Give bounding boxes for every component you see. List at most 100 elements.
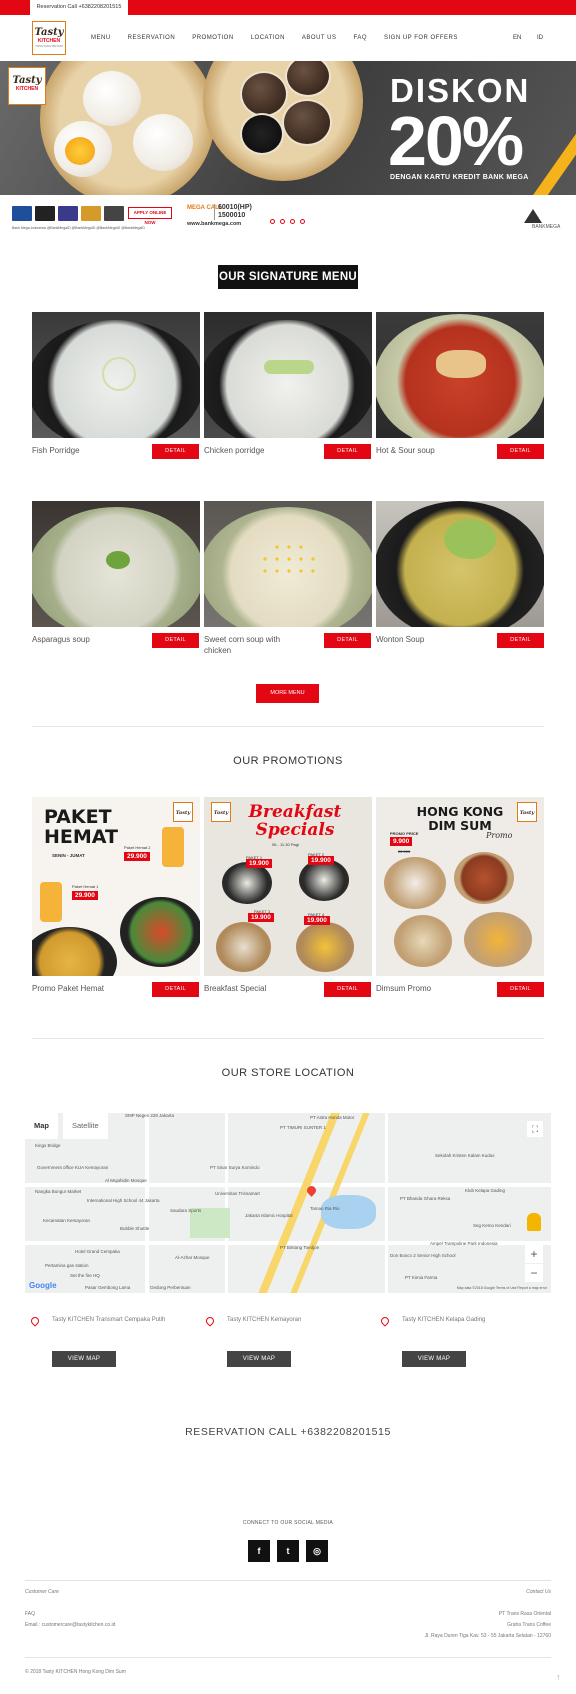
- instagram-icon[interactable]: ◎: [306, 1540, 328, 1562]
- map-road: [225, 1113, 228, 1293]
- store-name: Tasty KITCHEN Transmart Cempaka Putih: [52, 1317, 166, 1323]
- signature-menu-title: OUR SIGNATURE MENU: [218, 265, 358, 289]
- detail-button[interactable]: DETAIL: [324, 444, 371, 459]
- hero-brand-logo: Tasty KITCHEN: [8, 67, 46, 105]
- detail-button[interactable]: DETAIL: [152, 444, 199, 459]
- carousel-dot[interactable]: [270, 219, 275, 224]
- menu-photo-fish-porridge[interactable]: [32, 312, 200, 438]
- map-road: [385, 1113, 388, 1293]
- google-map[interactable]: Map Satellite ⛶ SMP Negeri 228 Jakarta P…: [25, 1113, 551, 1293]
- twitter-icon[interactable]: t: [277, 1540, 299, 1562]
- map-label: Kings Bridge: [35, 1143, 61, 1148]
- menu-photo-hot-sour-soup[interactable]: [376, 312, 544, 438]
- view-map-button[interactable]: VIEW MAP: [227, 1351, 291, 1367]
- detail-button[interactable]: DETAIL: [152, 633, 199, 648]
- detail-button[interactable]: DETAIL: [497, 444, 544, 459]
- map-water: [321, 1195, 376, 1229]
- facebook-icon[interactable]: f: [248, 1540, 270, 1562]
- poster-brand-badge: Tasty: [211, 802, 231, 822]
- map-label: Kecamatan Kemayoran: [43, 1218, 91, 1223]
- street-view-pegman-icon[interactable]: [527, 1213, 541, 1231]
- poster-title: Breakfast Specials: [248, 802, 342, 840]
- map-label: PT Sinar Surya Komindo: [210, 1165, 260, 1170]
- promo-poster-paket-hemat[interactable]: PAKET HEMAT SENIN - JUMAT Tasty Paket He…: [32, 797, 200, 976]
- menu-photo-asparagus-soup[interactable]: [32, 501, 200, 627]
- poster-price: 9.900: [390, 837, 413, 846]
- footer-divider: [25, 1657, 551, 1658]
- poster-price-label: Paket Hemat 1: [72, 884, 99, 889]
- map-road: [25, 1183, 551, 1187]
- fried-rice-plate: [32, 927, 117, 976]
- reservation-call[interactable]: RESERVATION CALL +6382208201515: [0, 1426, 576, 1438]
- map-label: Seg Kemo Kendari: [473, 1223, 511, 1228]
- credit-card-icon: [81, 206, 101, 221]
- view-map-button[interactable]: VIEW MAP: [52, 1351, 116, 1367]
- nav-item-faq[interactable]: FAQ: [353, 35, 367, 41]
- location-pin-icon: [204, 1315, 216, 1327]
- menu-item-name: Asparagus soup: [32, 635, 90, 644]
- promo-name: Breakfast Special: [204, 984, 267, 993]
- brand-name: Tasty: [34, 27, 64, 38]
- menu-photo-chicken-porridge[interactable]: [204, 312, 372, 438]
- map-tab-map[interactable]: Map: [25, 1113, 58, 1139]
- fullscreen-icon[interactable]: ⛶: [527, 1121, 543, 1137]
- carousel-dot[interactable]: [290, 219, 295, 224]
- footer-company: PT Trans Rasa Oriental: [498, 1611, 551, 1617]
- hero-percent: 20%: [388, 102, 524, 180]
- nav-item-menu[interactable]: MENU: [91, 35, 111, 41]
- footer-faq-link[interactable]: FAQ: [25, 1611, 35, 1617]
- porridge-pot: [222, 862, 272, 904]
- credit-card-icon: [35, 206, 55, 221]
- promo-poster-breakfast[interactable]: Breakfast Specials 06 - 11.30 Pagi Tasty…: [204, 797, 372, 976]
- nav-item-location[interactable]: LOCATION: [251, 35, 285, 41]
- spring-onion-garnish: [102, 357, 136, 391]
- menu-photo-wonton-soup[interactable]: [376, 501, 544, 627]
- footer-address: Jl. Raya Duren Tiga Kav. 53 - 55 Jakarta…: [424, 1633, 551, 1639]
- orange-juice: [40, 882, 62, 922]
- poster-title: PAKET HEMAT: [44, 806, 118, 848]
- map-tab-satellite[interactable]: Satellite: [63, 1113, 108, 1139]
- tofu-strips: [436, 350, 486, 378]
- map-label: Taman Ria Rio: [310, 1206, 340, 1211]
- promo-poster-dimsum[interactable]: HONG KONG DIM SUM Promo Tasty PROMO PRIC…: [376, 797, 544, 976]
- lang-en[interactable]: EN: [513, 15, 521, 61]
- porridge-pot: [299, 859, 349, 901]
- poster-title: HONG KONG DIM SUM: [416, 804, 504, 833]
- map-attribution: Map data ©2018 Google Terms of Use Repor…: [456, 1286, 547, 1290]
- bank-mega-logo-icon: [524, 209, 542, 223]
- nav-item-reservation[interactable]: RESERVATION: [128, 35, 176, 41]
- location-pin-icon: [379, 1315, 391, 1327]
- detail-button[interactable]: DETAIL: [497, 633, 544, 648]
- scroll-to-top-icon[interactable]: ↑: [556, 1672, 561, 1682]
- lang-id[interactable]: ID: [537, 15, 543, 61]
- scallion-garnish: [264, 360, 314, 374]
- mega-phone-2: 1500010: [218, 212, 246, 219]
- nav-item-promotion[interactable]: PROMOTION: [192, 35, 234, 41]
- map-label: Jakarta Islamic Hospital: [245, 1213, 293, 1218]
- view-map-button[interactable]: VIEW MAP: [402, 1351, 466, 1367]
- carousel-dot[interactable]: [300, 219, 305, 224]
- reservation-call-link[interactable]: Reservation Call +6382208201515: [30, 0, 128, 15]
- zoom-out-icon[interactable]: −: [525, 1264, 543, 1282]
- nav-item-about-us[interactable]: ABOUT US: [302, 35, 337, 41]
- contact-us-heading: Contact Us: [526, 1589, 551, 1595]
- brand-logo[interactable]: Tasty KITCHEN HONG KONG DIM SUM: [32, 21, 66, 55]
- more-menu-button[interactable]: MORE MENU: [256, 684, 319, 703]
- menu-item-name: Fish Porridge: [32, 446, 80, 455]
- detail-button[interactable]: DETAIL: [152, 982, 199, 997]
- menu-item-name: Chicken porridge: [204, 446, 265, 455]
- menu-photo-sweet-corn-soup[interactable]: [204, 501, 372, 627]
- footer-building: Graha Trans Coffee: [507, 1622, 551, 1628]
- map-label: Universitas Trisnamart: [215, 1191, 260, 1196]
- carousel-dot[interactable]: [280, 219, 285, 224]
- hero-banner[interactable]: Tasty KITCHEN DISKON 20% DENGAN KARTU KR…: [0, 61, 576, 241]
- apply-online-button[interactable]: APPLY ONLINE NOW: [128, 207, 172, 225]
- poster-brand-badge: Tasty: [517, 802, 537, 822]
- credit-card-row: [12, 206, 127, 221]
- detail-button[interactable]: DETAIL: [324, 982, 371, 997]
- footer-email[interactable]: Email : customercare@tastykitchen.co.id: [25, 1622, 115, 1628]
- nav-item-sign-up[interactable]: SIGN UP FOR OFFERS: [384, 35, 458, 41]
- detail-button[interactable]: DETAIL: [497, 982, 544, 997]
- zoom-in-icon[interactable]: +: [525, 1245, 543, 1263]
- detail-button[interactable]: DETAIL: [324, 633, 371, 648]
